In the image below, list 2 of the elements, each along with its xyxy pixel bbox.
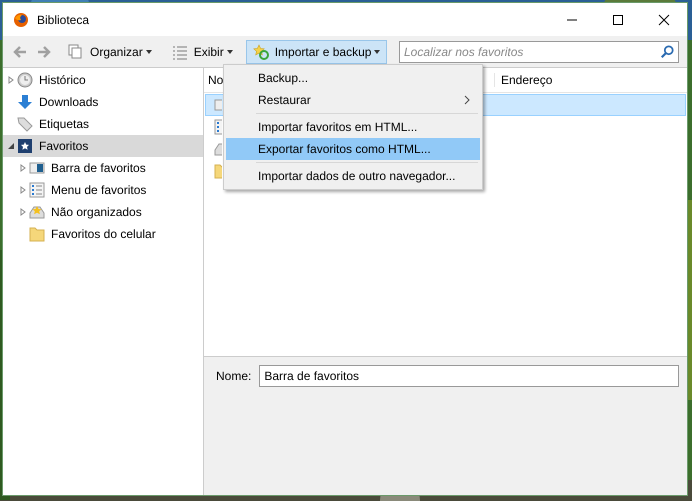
name-label: Nome: — [216, 368, 252, 385]
window-title: Biblioteca — [37, 12, 90, 26]
